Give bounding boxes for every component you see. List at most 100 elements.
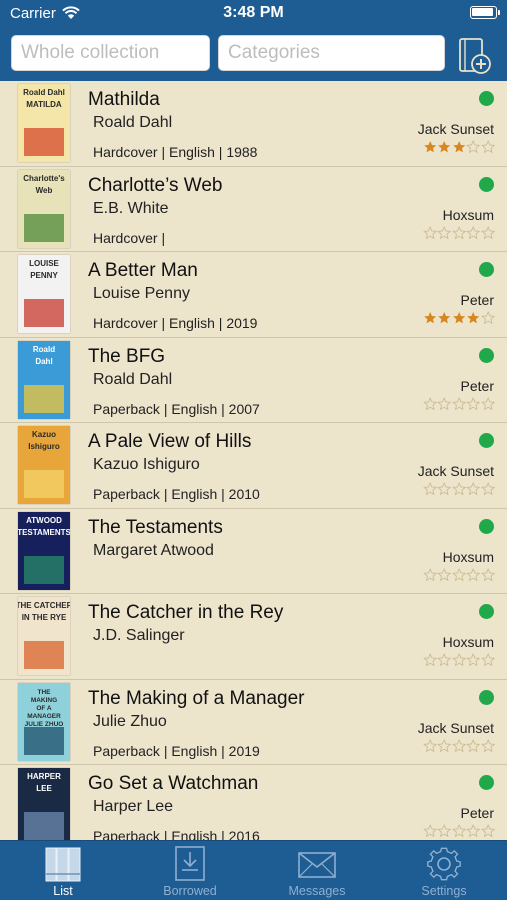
cover-text: LEE <box>36 784 52 793</box>
cover-text: Ishiguro <box>28 442 60 451</box>
book-row[interactable]: ATWOOD TESTAMENTS The Testaments Margaret A… <box>0 509 507 594</box>
tab-messages[interactable]: Messages <box>254 841 380 900</box>
cover-text: TESTAMENTS <box>18 528 70 537</box>
rating-stars[interactable] <box>423 823 495 839</box>
book-location: Peter <box>460 377 494 394</box>
book-cover-image: HARPER LEE <box>18 768 70 840</box>
cover-text: MANAGER <box>27 713 61 720</box>
rating-stars[interactable] <box>423 139 495 155</box>
book-row[interactable]: HARPER LEE Go Set a Watchman Harper Lee Pape… <box>0 765 507 840</box>
book-row[interactable]: THE MAKING OF A MANAGER JULIE ZHUO The Making… <box>0 680 507 765</box>
star-icon[interactable] <box>437 567 452 583</box>
tab-borrowed-label: Borrowed <box>163 884 217 898</box>
star-icon[interactable] <box>437 823 452 839</box>
star-icon[interactable] <box>423 225 438 241</box>
clock: 3:48 PM <box>223 4 284 21</box>
gear-icon <box>427 847 461 881</box>
cover-text: LOUISE <box>29 259 59 268</box>
book-details: Paperback | English | 2007 <box>93 400 260 417</box>
star-icon[interactable] <box>480 396 495 412</box>
star-icon[interactable] <box>480 481 495 497</box>
star-icon[interactable] <box>480 225 495 241</box>
cover-text: HARPER <box>27 772 61 781</box>
availability-status-dot <box>479 91 494 106</box>
star-icon[interactable] <box>423 738 438 754</box>
cover-text: MAKING <box>31 697 57 704</box>
star-icon[interactable] <box>466 481 481 497</box>
star-icon[interactable] <box>423 823 438 839</box>
book-author: E.B. White <box>93 199 169 217</box>
rating-stars[interactable] <box>423 225 495 241</box>
star-icon[interactable] <box>466 652 481 668</box>
star-icon[interactable] <box>423 652 438 668</box>
star-icon[interactable] <box>437 225 452 241</box>
rating-stars[interactable] <box>423 481 495 497</box>
star-icon[interactable] <box>423 310 437 326</box>
star-icon[interactable] <box>437 652 452 668</box>
star-icon[interactable] <box>480 310 495 326</box>
book-details: Hardcover | English | 1988 <box>93 144 258 160</box>
cover-text: MATILDA <box>26 100 62 109</box>
star-icon[interactable] <box>452 652 467 668</box>
book-location: Peter <box>460 805 494 821</box>
star-icon[interactable] <box>423 396 438 412</box>
availability-status-dot <box>479 775 494 790</box>
star-icon[interactable] <box>480 652 495 668</box>
tab-borrowed[interactable]: Borrowed <box>127 841 253 900</box>
star-icon[interactable] <box>466 139 481 155</box>
star-icon[interactable] <box>423 139 437 155</box>
star-icon[interactable] <box>437 738 452 754</box>
book-title: The Testaments <box>88 516 223 538</box>
star-icon[interactable] <box>423 567 438 583</box>
star-icon[interactable] <box>466 225 481 241</box>
rating-stars[interactable] <box>423 567 495 583</box>
rating-stars[interactable] <box>423 310 495 326</box>
star-icon[interactable] <box>480 738 495 754</box>
star-icon[interactable] <box>452 567 467 583</box>
star-icon[interactable] <box>480 139 495 155</box>
book-title: Charlotte’s Web <box>88 174 223 196</box>
book-row[interactable]: Charlotte's Web Charlotte’s Web E.B. White H… <box>0 167 507 252</box>
add-book-button[interactable] <box>454 33 496 77</box>
book-title: A Pale View of Hills <box>88 431 252 452</box>
star-icon[interactable] <box>437 310 451 326</box>
rating-stars[interactable] <box>423 396 495 412</box>
star-icon[interactable] <box>452 225 467 241</box>
star-icon[interactable] <box>452 139 466 155</box>
star-icon[interactable] <box>466 567 481 583</box>
rating-stars[interactable] <box>423 738 495 754</box>
book-list[interactable]: Roald Dahl MATILDA Mathilda Roald Dahl Hardc… <box>0 81 507 840</box>
book-title: The Catcher in the Rey <box>88 602 284 623</box>
book-row[interactable]: THE CATCHER IN THE RYE The Catcher in the … <box>0 594 507 680</box>
book-row[interactable]: Roald Dahl The BFG Roald Dahl Paperback | En… <box>0 338 507 423</box>
tab-list[interactable]: List <box>0 841 126 900</box>
star-icon[interactable] <box>466 738 481 754</box>
book-row[interactable]: LOUISE PENNY A Better Man Louise Penny Hardc… <box>0 252 507 338</box>
star-icon[interactable] <box>466 396 481 412</box>
cover-text: PENNY <box>30 271 58 280</box>
book-location: Jack Sunset <box>417 463 494 479</box>
star-icon[interactable] <box>466 310 480 326</box>
star-icon[interactable] <box>437 139 451 155</box>
categories-filter-field[interactable]: Categories <box>218 35 445 71</box>
tab-settings[interactable]: Settings <box>381 841 507 900</box>
star-icon[interactable] <box>480 567 495 583</box>
star-icon[interactable] <box>452 481 467 497</box>
book-row[interactable]: Roald Dahl MATILDA Mathilda Roald Dahl Hardc… <box>0 81 507 167</box>
collection-filter-field[interactable]: Whole collection <box>11 35 210 71</box>
availability-status-dot <box>479 604 494 619</box>
star-icon[interactable] <box>452 396 467 412</box>
availability-status-dot <box>479 176 494 192</box>
book-row[interactable]: Kazuo Ishiguro A Pale View of Hills Kazuo I… <box>0 423 507 509</box>
rating-stars[interactable] <box>423 652 495 668</box>
star-icon[interactable] <box>423 481 438 497</box>
star-icon[interactable] <box>452 310 466 326</box>
star-icon[interactable] <box>452 823 467 839</box>
star-icon[interactable] <box>437 396 452 412</box>
star-icon[interactable] <box>466 823 481 839</box>
star-icon[interactable] <box>437 481 452 497</box>
book-cover-image: THE MAKING OF A MANAGER JULIE ZHUO <box>18 682 70 761</box>
star-icon[interactable] <box>452 738 467 754</box>
book-cover-image: Kazuo Ishiguro <box>18 426 70 504</box>
star-icon[interactable] <box>480 823 495 839</box>
